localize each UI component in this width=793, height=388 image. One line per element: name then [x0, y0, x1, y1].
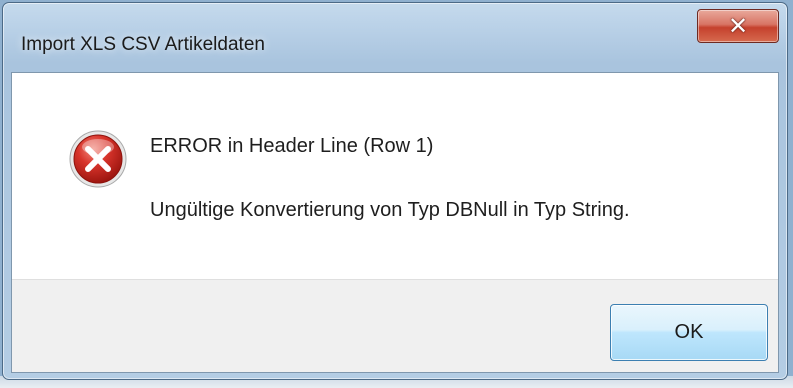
error-message: Ungültige Konvertierung von Typ DBNull i…	[150, 199, 630, 221]
window-title: Import XLS CSV Artikeldaten	[21, 34, 265, 55]
error-title: ERROR in Header Line (Row 1)	[150, 135, 434, 157]
button-bar: OK	[12, 279, 778, 372]
close-button[interactable]: ✕	[697, 9, 779, 43]
title-bar[interactable]: Import XLS CSV Artikeldaten ✕	[3, 3, 787, 79]
message-dialog: Import XLS CSV Artikeldaten ✕ ERROR in H…	[2, 2, 788, 380]
close-icon: ✕	[727, 12, 749, 40]
ok-button[interactable]: OK	[610, 304, 768, 361]
error-icon	[69, 130, 127, 188]
dialog-client-area: ERROR in Header Line (Row 1) Ungültige K…	[11, 72, 779, 373]
message-area: ERROR in Header Line (Row 1) Ungültige K…	[12, 73, 778, 279]
